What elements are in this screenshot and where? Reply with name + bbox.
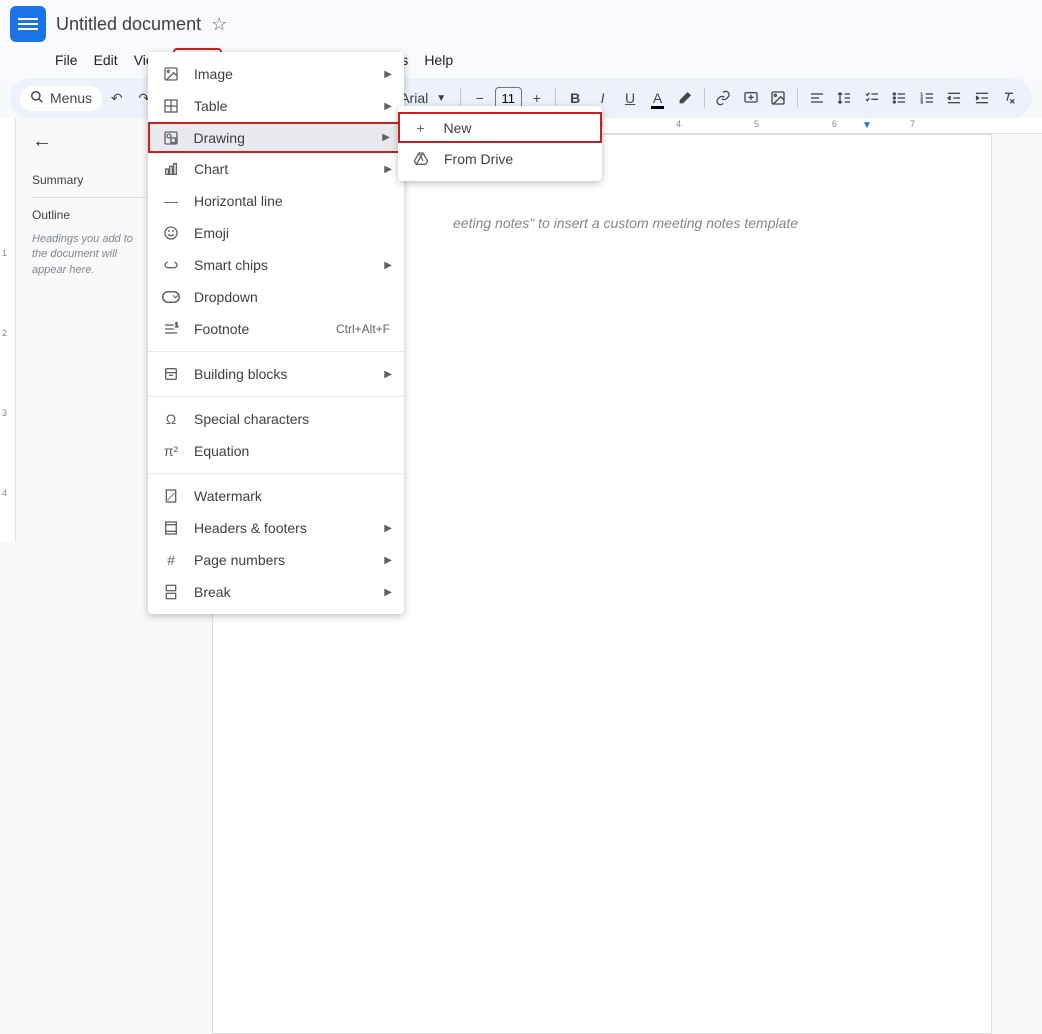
table-icon (162, 97, 180, 115)
line-spacing-button[interactable] (832, 84, 857, 112)
smartchips-icon (162, 256, 180, 274)
vertical-ruler: 1 2 3 4 (0, 118, 16, 542)
search-label: Menus (50, 90, 92, 106)
placeholder-text: eeting notes" to insert a custom meeting… (453, 215, 901, 231)
break-icon (162, 583, 180, 601)
footnote-icon: 1 (162, 320, 180, 338)
insert-dropdown: Image▶ Table▶ Drawing▶ Chart▶ —Horizonta… (148, 52, 404, 614)
submenu-arrow-icon: ▶ (382, 132, 390, 143)
link-button[interactable] (711, 84, 736, 112)
decrease-indent-button[interactable] (942, 84, 967, 112)
sidebar-hint: Headings you add to the document will ap… (32, 232, 146, 278)
svg-text:3: 3 (920, 99, 923, 104)
insert-headers-item[interactable]: Headers & footers▶ (148, 512, 404, 544)
pi-icon: π² (162, 442, 180, 460)
checklist-button[interactable] (859, 84, 884, 112)
comment-button[interactable] (738, 84, 763, 112)
omega-icon: Ω (162, 410, 180, 428)
undo-button[interactable]: ↶ (104, 84, 129, 112)
highlight-button[interactable] (672, 84, 697, 112)
submenu-arrow-icon: ▶ (384, 369, 392, 380)
drawing-new-item[interactable]: +New (398, 112, 602, 143)
clear-formatting-button[interactable] (996, 84, 1021, 112)
menu-edit[interactable]: Edit (87, 48, 125, 72)
insert-image-item[interactable]: Image▶ (148, 58, 404, 90)
drawing-icon (162, 129, 180, 147)
insert-watermark-item[interactable]: Watermark (148, 480, 404, 512)
image-icon (162, 65, 180, 83)
insert-equation-item[interactable]: π²Equation (148, 435, 404, 467)
insert-chart-item[interactable]: Chart▶ (148, 153, 404, 185)
shortcut-label: Ctrl+Alt+F (336, 322, 390, 336)
insert-pagenumbers-item[interactable]: #Page numbers▶ (148, 544, 404, 576)
chart-icon (162, 160, 180, 178)
plus-icon: + (412, 119, 430, 137)
sidebar-summary-heading: Summary (32, 173, 146, 187)
submenu-arrow-icon: ▶ (384, 164, 392, 175)
insert-emoji-item[interactable]: Emoji (148, 217, 404, 249)
numbered-list-button[interactable]: 123 (914, 84, 939, 112)
bulleted-list-button[interactable] (887, 84, 912, 112)
drive-icon (412, 150, 430, 168)
hline-icon: — (162, 192, 180, 210)
insert-footnote-item[interactable]: 1FootnoteCtrl+Alt+F (148, 313, 404, 345)
outline-sidebar: ← Summary Outline Headings you add to th… (16, 118, 162, 542)
insert-blocks-item[interactable]: Building blocks▶ (148, 358, 404, 390)
svg-text:1: 1 (175, 323, 179, 329)
hash-icon: # (162, 551, 180, 569)
submenu-arrow-icon: ▶ (384, 587, 392, 598)
menu-help[interactable]: Help (417, 48, 460, 72)
insert-smartchips-item[interactable]: Smart chips▶ (148, 249, 404, 281)
insert-image-button[interactable] (766, 84, 791, 112)
drawing-fromdrive-item[interactable]: From Drive (398, 143, 602, 175)
underline-button[interactable]: U (617, 84, 642, 112)
insert-dropdown-item[interactable]: Dropdown (148, 281, 404, 313)
insert-hline-item[interactable]: —Horizontal line (148, 185, 404, 217)
increase-indent-button[interactable] (969, 84, 994, 112)
insert-drawing-item[interactable]: Drawing▶ (148, 122, 404, 153)
search-menus[interactable]: Menus (20, 86, 102, 111)
emoji-icon (162, 224, 180, 242)
insert-table-item[interactable]: Table▶ (148, 90, 404, 122)
submenu-arrow-icon: ▶ (384, 69, 392, 80)
text-color-button[interactable]: A (645, 84, 670, 112)
insert-break-item[interactable]: Break▶ (148, 576, 404, 608)
submenu-arrow-icon: ▶ (384, 555, 392, 566)
submenu-arrow-icon: ▶ (384, 101, 392, 112)
ruler-marker-icon: ▼ (862, 120, 872, 131)
dropdown-icon (162, 288, 180, 306)
submenu-arrow-icon: ▶ (384, 523, 392, 534)
search-icon (30, 90, 44, 107)
submenu-arrow-icon: ▶ (384, 260, 392, 271)
headers-icon (162, 519, 180, 537)
menu-file[interactable]: File (48, 48, 85, 72)
star-icon[interactable]: ☆ (211, 14, 227, 35)
drawing-submenu: +New From Drive (398, 106, 602, 181)
back-arrow-icon[interactable]: ← (32, 130, 146, 153)
watermark-icon (162, 487, 180, 505)
docs-logo-icon[interactable] (10, 6, 46, 42)
align-button[interactable] (804, 84, 829, 112)
sidebar-outline-heading: Outline (32, 208, 146, 222)
titlebar: Untitled document ☆ (0, 0, 1042, 48)
document-title[interactable]: Untitled document (56, 14, 201, 35)
blocks-icon (162, 365, 180, 383)
insert-specialchars-item[interactable]: ΩSpecial characters (148, 403, 404, 435)
